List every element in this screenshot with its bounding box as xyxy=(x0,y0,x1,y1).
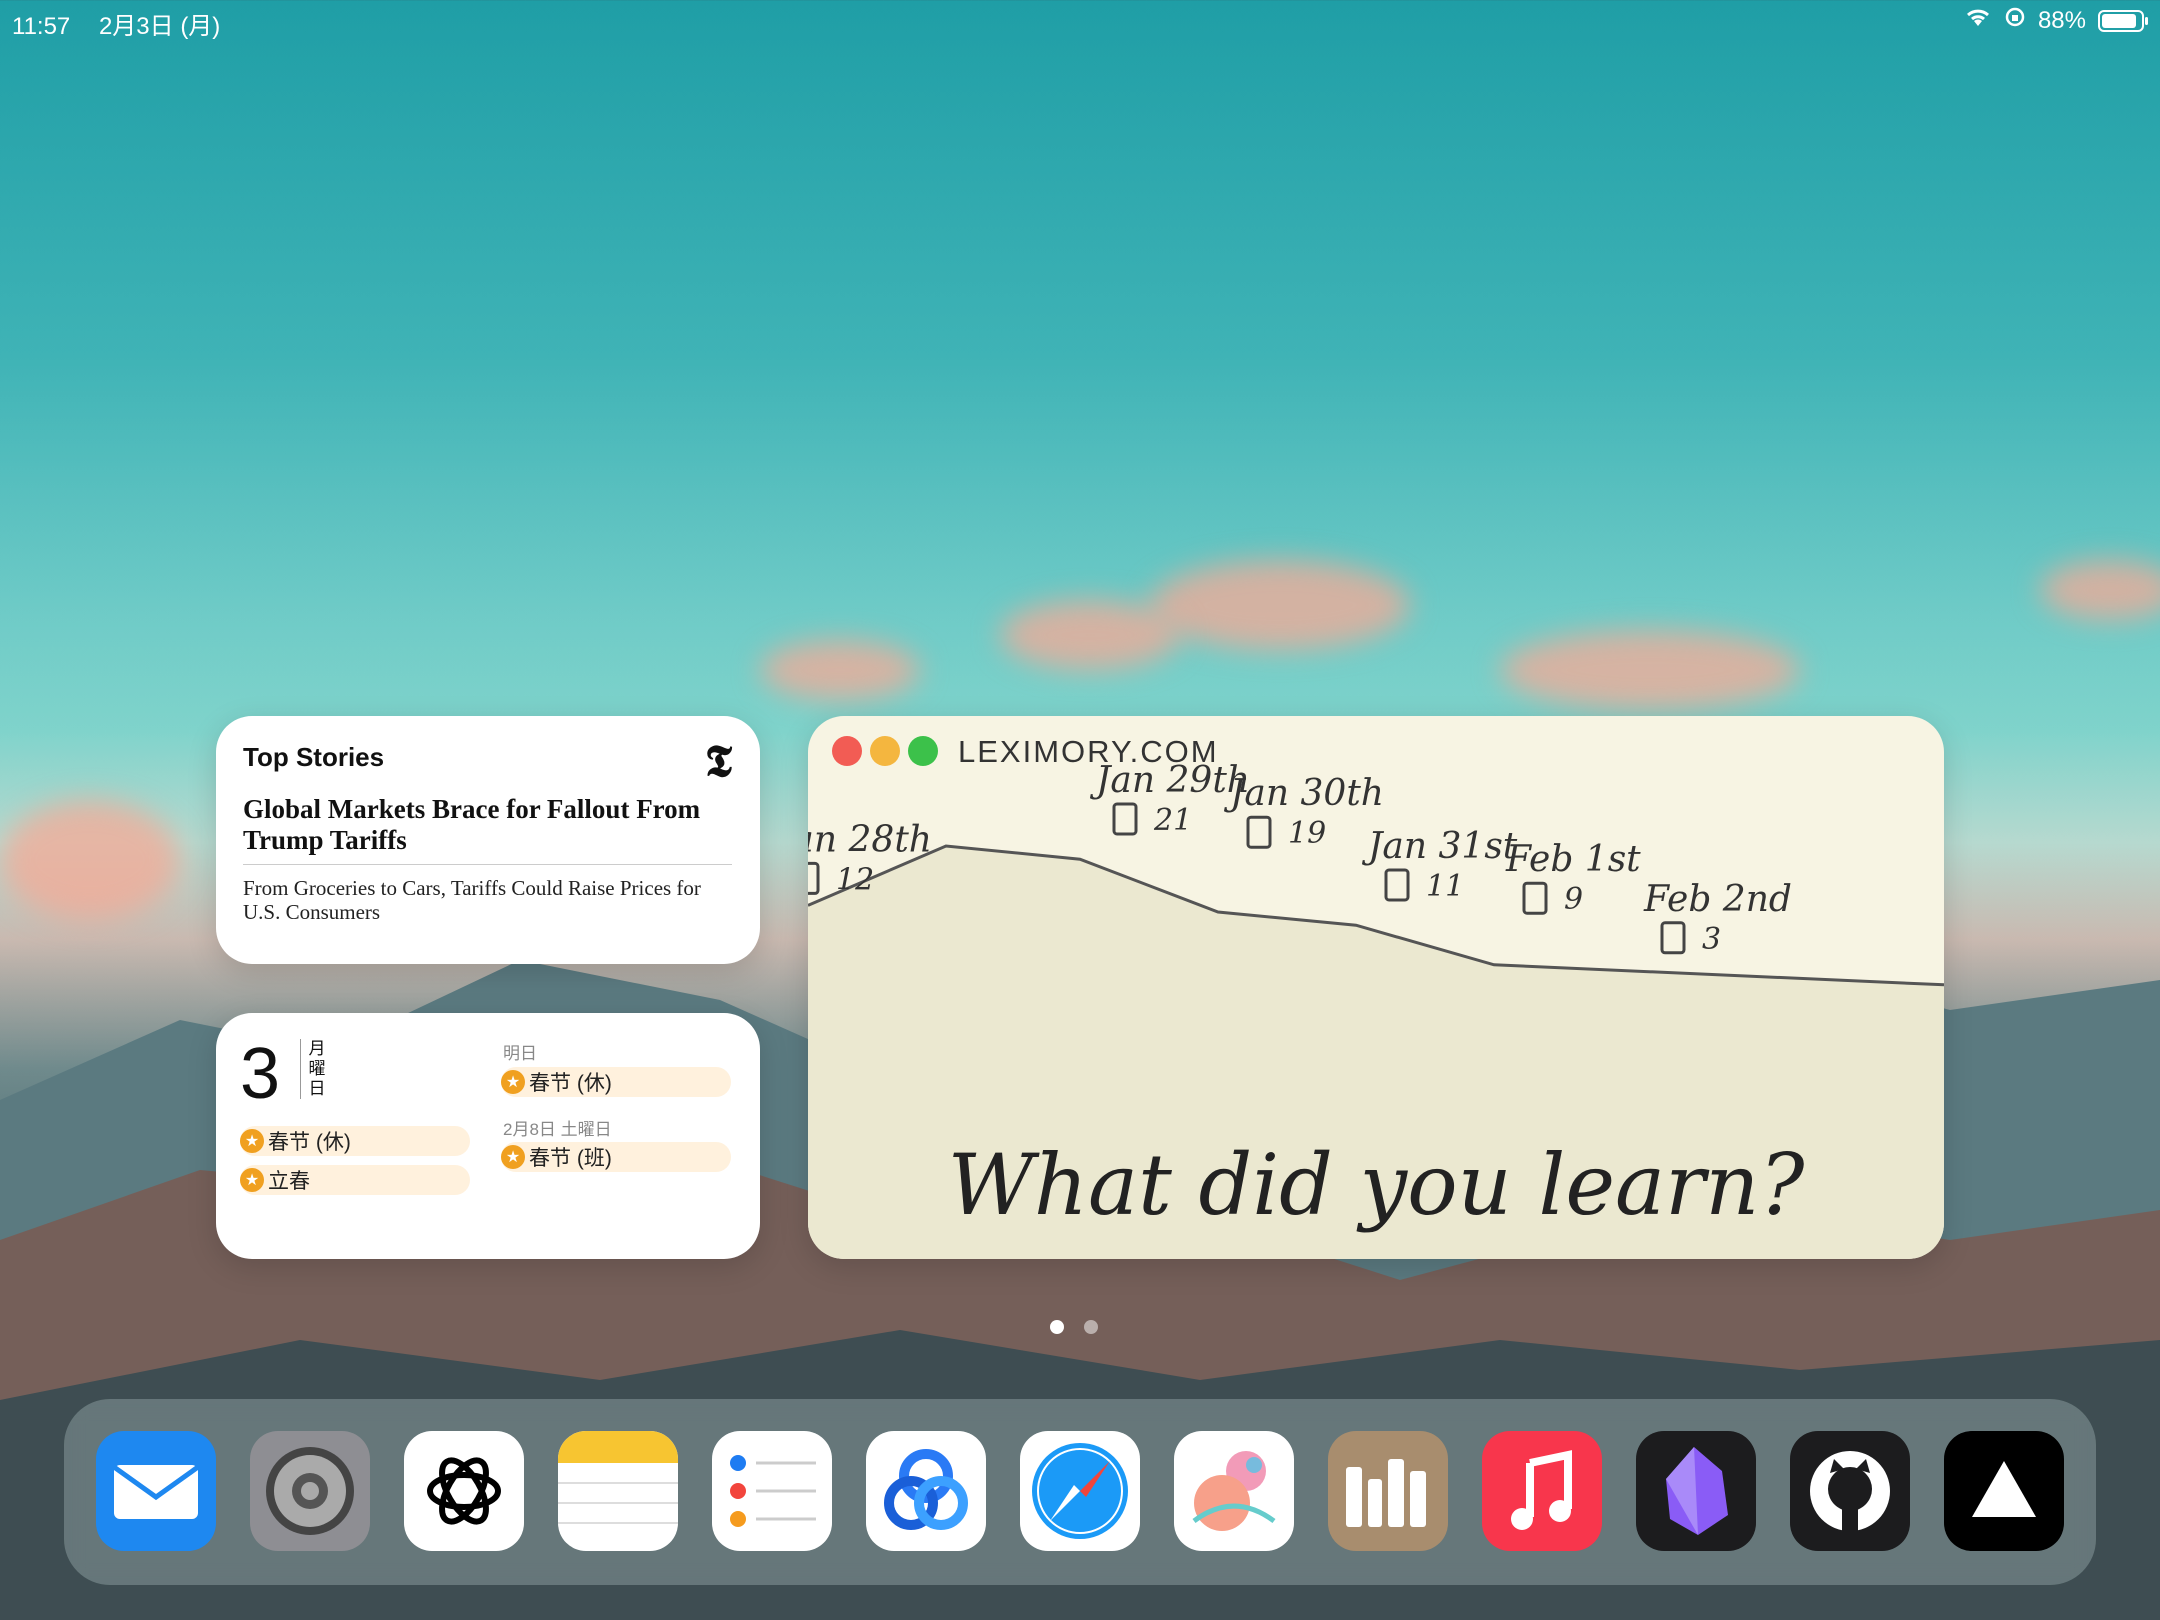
tencent-meeting-app[interactable] xyxy=(866,1431,986,1551)
calendar-day-number: 3 xyxy=(240,1034,281,1114)
news-headline[interactable]: Global Markets Brace for Fallout From Tr… xyxy=(243,794,713,856)
github-app[interactable] xyxy=(1790,1431,1910,1551)
chart-date-label: Jan 31st xyxy=(1361,826,1518,867)
calendar-widget[interactable]: 3 月 曜 日 ★ 春节 (休) ★ 立春 明日 ★ 春节 (休) 2月8日 土… xyxy=(216,1013,760,1259)
book-icon xyxy=(1246,815,1272,849)
vercel-app[interactable] xyxy=(1944,1431,2064,1551)
zoom-dot xyxy=(908,736,938,766)
book-icon xyxy=(808,861,820,895)
mail-app[interactable] xyxy=(96,1431,216,1551)
chart-date-label: Jan 30th xyxy=(1223,773,1384,814)
settings-app[interactable] xyxy=(250,1431,370,1551)
news-widget[interactable]: Top Stories 𝕿 Global Markets Brace for F… xyxy=(216,716,760,964)
dock xyxy=(64,1399,2096,1585)
calendar-event[interactable]: ★ 立春 xyxy=(240,1165,470,1195)
settings-icon xyxy=(250,1431,370,1551)
chart-value-label: 11 xyxy=(1426,869,1464,904)
battery-icon xyxy=(2098,9,2148,32)
close-dot xyxy=(832,736,862,766)
wallpaper-cloud xyxy=(1150,560,1410,650)
news-subheadline[interactable]: From Groceries to Cars, Tariffs Could Ra… xyxy=(243,876,733,924)
chatgpt-app[interactable] xyxy=(404,1431,524,1551)
obsidian-icon xyxy=(1636,1431,1756,1551)
wallpaper-cloud xyxy=(1000,600,1180,670)
vercel-icon xyxy=(1944,1431,2064,1551)
books-library-app[interactable] xyxy=(1328,1431,1448,1551)
book-icon xyxy=(1660,921,1686,955)
nyt-logo-icon: 𝕿 xyxy=(704,736,732,787)
leximory-widget[interactable]: Jan 28th12Jan 29th21Jan 30th19Jan 31st11… xyxy=(808,716,1944,1259)
window-controls xyxy=(832,736,938,766)
chart-date-label: Feb 2nd xyxy=(1643,879,1792,920)
chart-value-label: 21 xyxy=(1153,803,1192,838)
music-app[interactable] xyxy=(1482,1431,1602,1551)
chart-value-label: 3 xyxy=(1702,922,1721,957)
chart-value-label: 19 xyxy=(1288,816,1326,851)
calendar-event[interactable]: ★ 春节 (休) xyxy=(501,1067,731,1097)
notes-app[interactable] xyxy=(558,1431,678,1551)
calendar-tomorrow-label: 明日 xyxy=(503,1044,537,1063)
obsidian-app[interactable] xyxy=(1636,1431,1756,1551)
leximory-site-label: LEXIMORY.COM xyxy=(958,734,1219,769)
news-widget-header: Top Stories xyxy=(243,742,385,772)
books-library-icon xyxy=(1328,1431,1448,1551)
star-icon: ★ xyxy=(240,1168,264,1192)
chart-value-label: 12 xyxy=(836,862,874,897)
wallpaper-cloud xyxy=(1500,630,1800,710)
reminders-app[interactable] xyxy=(712,1431,832,1551)
freeform-app[interactable] xyxy=(1174,1431,1294,1551)
chart-value-label: 9 xyxy=(1564,882,1583,917)
tencent-meeting-icon xyxy=(884,1449,968,1530)
page-indicator[interactable] xyxy=(1050,1320,1098,1334)
safari-icon xyxy=(1032,1443,1128,1539)
page-dot[interactable] xyxy=(1084,1320,1098,1334)
music-icon xyxy=(1482,1431,1602,1551)
calendar-later-label: 2月8日 土曜日 xyxy=(503,1120,612,1139)
safari-app[interactable] xyxy=(1020,1431,1140,1551)
mail-icon xyxy=(96,1431,216,1551)
star-icon: ★ xyxy=(501,1070,525,1094)
calendar-weekday: 月 曜 日 xyxy=(300,1039,327,1099)
book-icon xyxy=(1522,881,1548,915)
star-icon: ★ xyxy=(240,1129,264,1153)
leximory-question: What did you learn? xyxy=(947,1136,1805,1234)
freeform-icon xyxy=(1192,1451,1276,1531)
wifi-icon xyxy=(1964,6,1992,35)
calendar-event[interactable]: ★ 春节 (休) xyxy=(240,1126,470,1156)
status-time: 11:57 xyxy=(12,13,71,40)
wallpaper-cloud xyxy=(760,640,920,700)
reminders-icon xyxy=(730,1455,816,1527)
page-dot[interactable] xyxy=(1050,1320,1064,1334)
wallpaper-cloud xyxy=(2040,560,2160,620)
orientation-lock-icon xyxy=(2004,6,2026,35)
book-icon xyxy=(1112,802,1138,836)
star-icon: ★ xyxy=(501,1145,525,1169)
calendar-event[interactable]: ★ 春节 (班) xyxy=(501,1142,731,1172)
status-date: 2月3日 (月) xyxy=(98,13,221,40)
battery-percent: 88% xyxy=(2037,6,2086,34)
status-bar: 11:57 2月3日 (月) 88% xyxy=(0,0,2160,40)
chatgpt-icon xyxy=(427,1457,501,1525)
github-icon xyxy=(1790,1431,1910,1551)
minimize-dot xyxy=(870,736,900,766)
chart-date-label: Feb 1st xyxy=(1505,839,1641,880)
chart-date-label: Jan 28th xyxy=(808,819,932,860)
notes-icon xyxy=(558,1431,678,1524)
news-divider xyxy=(243,864,732,865)
book-icon xyxy=(1384,868,1410,902)
